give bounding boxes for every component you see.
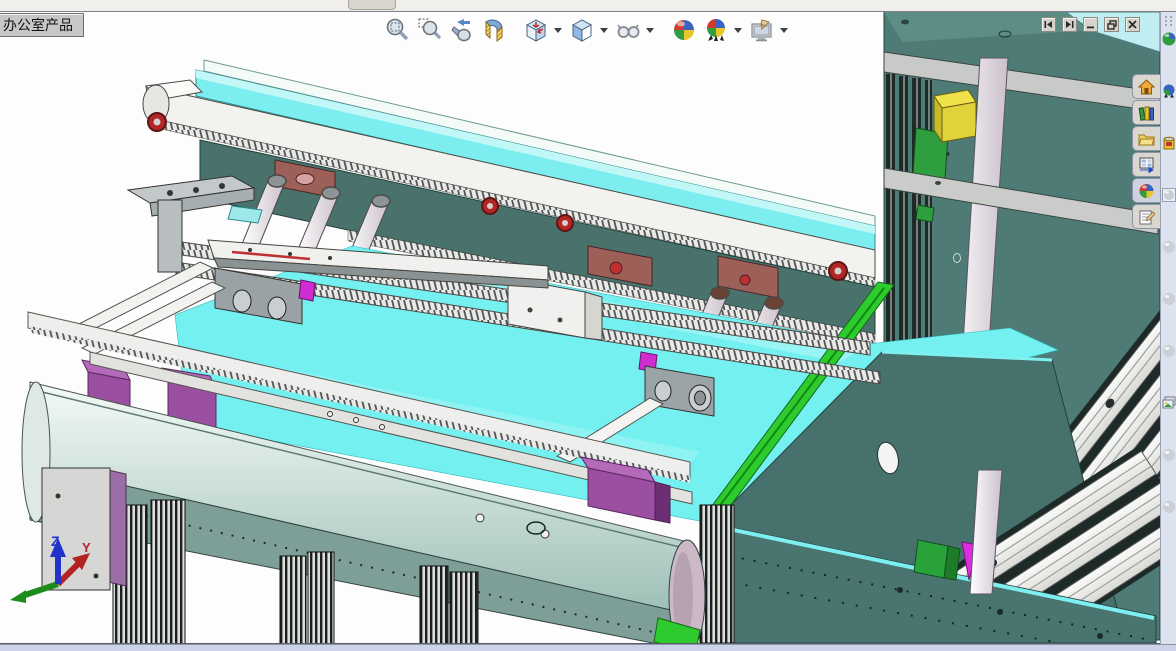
view-orientation-icon	[525, 19, 547, 42]
dropdown-arrow[interactable]	[600, 27, 608, 33]
view-settings-icon	[751, 19, 772, 42]
display-style-button[interactable]	[568, 16, 596, 44]
tab-view-palette[interactable]	[1132, 152, 1160, 177]
dropdown-arrow[interactable]	[554, 27, 562, 33]
section-view-icon	[485, 19, 503, 43]
toolbar-grip[interactable]	[348, 0, 396, 10]
heads-up-toolbar	[384, 16, 790, 44]
next-window-button[interactable]	[1062, 17, 1077, 32]
tab-custom-properties[interactable]	[1132, 204, 1160, 229]
task-pane-tabs	[1132, 74, 1160, 229]
menu-bar-strip	[0, 0, 1176, 12]
zoom-to-area-icon	[418, 18, 442, 40]
close-button[interactable]	[1125, 17, 1140, 32]
appearance-swatch[interactable]	[1162, 448, 1176, 462]
view-settings-button[interactable]	[748, 16, 776, 44]
tab-design-library[interactable]	[1132, 100, 1160, 125]
graphics-viewport[interactable]: Z Y	[0, 0, 1176, 651]
view-orientation-button[interactable]	[522, 16, 550, 44]
previous-window-button[interactable]	[1041, 17, 1056, 32]
application-window: Z Y 办公室产品	[0, 0, 1176, 651]
triad-z-label: Z	[51, 533, 60, 549]
tab-solidworks-resources[interactable]	[1132, 74, 1160, 99]
edit-appearance-button[interactable]	[670, 16, 698, 44]
zoom-to-fit-icon	[386, 18, 409, 41]
minimize-icon	[1087, 26, 1094, 29]
apply-scene-icon	[707, 19, 725, 41]
appearance-swatch[interactable]	[1162, 240, 1176, 254]
close-icon	[1128, 20, 1137, 29]
dropdown-arrow[interactable]	[646, 27, 654, 33]
home-icon	[1138, 78, 1155, 94]
section-view-button[interactable]	[480, 16, 508, 44]
appearance-swatch[interactable]	[1162, 500, 1176, 514]
view-palette-icon	[1139, 157, 1154, 173]
edit-appearance-icon	[674, 20, 694, 40]
next-window-icon	[1066, 21, 1074, 28]
drag-handle[interactable]	[1164, 16, 1173, 26]
status-bar	[0, 644, 1176, 651]
zoom-to-fit-button[interactable]	[384, 16, 412, 44]
tab-file-explorer[interactable]	[1132, 126, 1160, 151]
previous-view-button[interactable]	[448, 16, 476, 44]
previous-view-icon	[451, 19, 471, 42]
restore-button[interactable]	[1104, 17, 1119, 32]
minimize-button[interactable]	[1083, 17, 1098, 32]
appearance-swatch[interactable]	[1162, 344, 1176, 358]
document-window-controls	[1041, 17, 1140, 32]
appearance-flyout-strip	[1160, 12, 1176, 644]
zoom-to-area-button[interactable]	[416, 16, 444, 44]
appearance-sphere-icon	[1139, 183, 1154, 198]
appearance-swatch[interactable]	[1161, 188, 1176, 202]
apply-scene-button[interactable]	[702, 16, 730, 44]
photo-stack-icon[interactable]	[1162, 396, 1176, 410]
hide-show-items-button[interactable]	[614, 16, 642, 44]
edit-appearance-icon[interactable]	[1162, 32, 1176, 46]
appearance-swatch[interactable]	[1162, 292, 1176, 306]
display-style-icon	[571, 19, 593, 42]
tab-appearances-scenes[interactable]	[1132, 178, 1160, 203]
dropdown-arrow[interactable]	[780, 27, 788, 33]
restore-icon	[1106, 19, 1117, 30]
dropdown-arrow[interactable]	[734, 27, 742, 33]
books-icon	[1138, 106, 1154, 121]
folder-icon	[1138, 134, 1155, 145]
triad-y-label: Y	[82, 540, 91, 555]
document-tab[interactable]: 办公室产品	[0, 13, 84, 37]
hide-show-items-icon	[617, 24, 640, 38]
previous-window-icon	[1044, 21, 1052, 28]
paint-can-icon[interactable]	[1162, 136, 1176, 150]
apply-scene-icon[interactable]	[1162, 84, 1176, 98]
custom-properties-icon	[1139, 210, 1155, 224]
